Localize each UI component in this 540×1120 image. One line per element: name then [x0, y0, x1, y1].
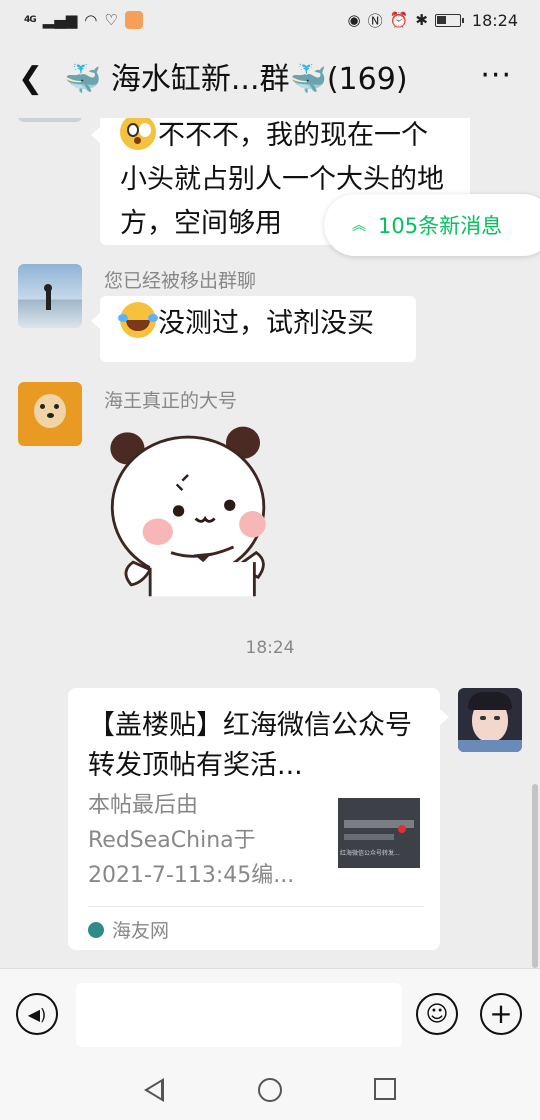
link-card-thumbnail-caption: 红海微信公众号转发...	[340, 850, 400, 857]
eye-icon: ◉	[347, 11, 361, 29]
new-messages-label: 105条新消息	[378, 214, 503, 238]
chat-header: ❮ 🐳 海水缸新...群🐳(169) ···	[0, 40, 540, 118]
message-input[interactable]	[76, 983, 402, 1047]
back-chevron-icon[interactable]: ❮	[18, 62, 48, 96]
avatar[interactable]	[18, 382, 82, 446]
panda-sticker[interactable]	[104, 420, 274, 600]
avatar[interactable]	[18, 264, 82, 328]
link-card-divider	[88, 906, 424, 907]
battery-icon	[434, 13, 464, 27]
link-card-thumbnail: 红海微信公众号转发...	[338, 798, 420, 868]
site-logo-icon	[88, 921, 104, 938]
signal-icon: ▂▄▆	[42, 11, 78, 29]
nfc-icon: Ⓝ	[367, 11, 383, 30]
alarm-icon: ⏰	[389, 11, 409, 29]
network-indicator: 4G	[24, 15, 37, 25]
emoji-icon[interactable]: ☺	[416, 993, 458, 1035]
more-options-button[interactable]: ···	[480, 58, 512, 93]
plus-icon[interactable]: +	[480, 993, 522, 1035]
link-card-source: 海友网	[88, 916, 169, 943]
new-messages-button[interactable]: ︽ 105条新消息	[324, 194, 540, 256]
heart-icon: ♡	[104, 11, 118, 29]
message-input-bar: ◀) ☺ +	[0, 968, 540, 1060]
scrollbar[interactable]	[532, 784, 538, 968]
system-back-icon[interactable]	[144, 1078, 164, 1102]
message-bubble[interactable]: 没测过，试剂没买	[91, 296, 416, 362]
system-recents-icon[interactable]	[374, 1078, 396, 1100]
app-notification-icon	[124, 11, 143, 29]
status-bar: 4G ▂▄▆ ◠ ♡ ◉ Ⓝ ⏰ ✱ 18:24	[0, 0, 540, 40]
link-card-title: 【盖楼贴】红海微信公众号转发顶帖有奖活...	[88, 710, 412, 781]
wifi-icon: ◠	[84, 11, 98, 29]
my-avatar[interactable]	[458, 688, 522, 752]
link-card-description: 本帖最后由RedSeaChina于2021-7-113:45编...	[88, 793, 295, 888]
bluetooth-icon: ✱	[415, 11, 428, 29]
chat-message-list[interactable]: 不不不，我的现在一个小头就占别人一个大头的地方，空间够用 ︽ 105条新消息 您…	[0, 118, 540, 968]
surprised-emoji-icon	[120, 118, 156, 150]
system-navigation-bar	[0, 1060, 540, 1120]
message-text: 没测过，试剂没买	[158, 308, 374, 339]
voice-icon[interactable]: ◀)	[16, 993, 58, 1035]
double-chevron-up-icon: ︽	[352, 218, 366, 234]
link-card[interactable]: 【盖楼贴】红海微信公众号转发顶帖有奖活... 本帖最后由RedSeaChina于…	[68, 688, 449, 950]
laughing-tears-emoji-icon	[118, 302, 156, 338]
chat-title: 🐳 海水缸新...群🐳(169)	[64, 62, 408, 97]
avatar[interactable]	[18, 118, 82, 122]
status-time: 18:24	[471, 10, 518, 30]
link-card-source-name: 海友网	[112, 920, 170, 942]
sender-name: 您已经被移出群聊	[104, 270, 257, 292]
status-left: 4G ▂▄▆ ◠ ♡	[24, 11, 143, 29]
system-home-icon[interactable]	[258, 1078, 282, 1102]
status-right: ◉ Ⓝ ⏰ ✱ 18:24	[348, 10, 518, 31]
message-timestamp: 18:24	[245, 638, 295, 658]
sender-name: 海王真正的大号	[104, 390, 238, 412]
